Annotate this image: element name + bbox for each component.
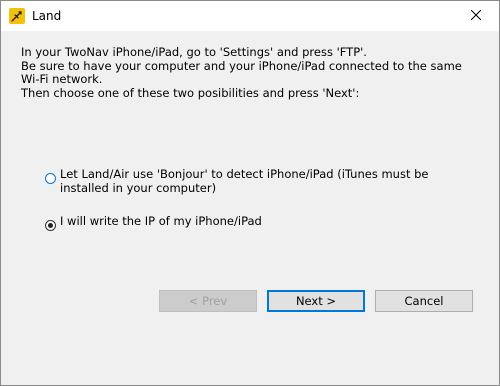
cancel-button[interactable]: Cancel xyxy=(375,290,473,312)
instruction-line: In your TwoNav iPhone/iPad, go to 'Setti… xyxy=(21,45,367,59)
instructions-text: In your TwoNav iPhone/iPad, go to 'Setti… xyxy=(21,45,481,100)
bonjour-radio[interactable] xyxy=(45,173,56,184)
instruction-line: Then choose one of these two posibilitie… xyxy=(21,85,360,100)
prev-button[interactable]: < Prev xyxy=(159,290,257,312)
dialog-window: Land In your TwoNav iPhone/iPad, go to '… xyxy=(0,0,500,386)
close-icon xyxy=(470,9,482,23)
option-bonjour[interactable]: Let Land/Air use 'Bonjour' to detect iPh… xyxy=(45,167,460,195)
next-button[interactable]: Next > xyxy=(267,290,365,312)
dialog-content: In your TwoNav iPhone/iPad, go to 'Setti… xyxy=(1,32,499,385)
close-button[interactable] xyxy=(453,1,499,31)
instruction-line: Wi-Fi network. xyxy=(21,72,103,86)
option-manual-ip[interactable]: I will write the IP of my iPhone/iPad xyxy=(45,214,460,231)
instruction-line: Be sure to have your computer and your i… xyxy=(21,58,462,73)
title-bar[interactable]: Land xyxy=(1,1,499,31)
manual-ip-radio[interactable] xyxy=(45,220,56,231)
land-app-icon xyxy=(9,8,25,24)
bonjour-radio-label[interactable]: Let Land/Air use 'Bonjour' to detect iPh… xyxy=(60,167,460,195)
window-title: Land xyxy=(32,9,62,23)
manual-ip-radio-label[interactable]: I will write the IP of my iPhone/iPad xyxy=(60,214,460,229)
